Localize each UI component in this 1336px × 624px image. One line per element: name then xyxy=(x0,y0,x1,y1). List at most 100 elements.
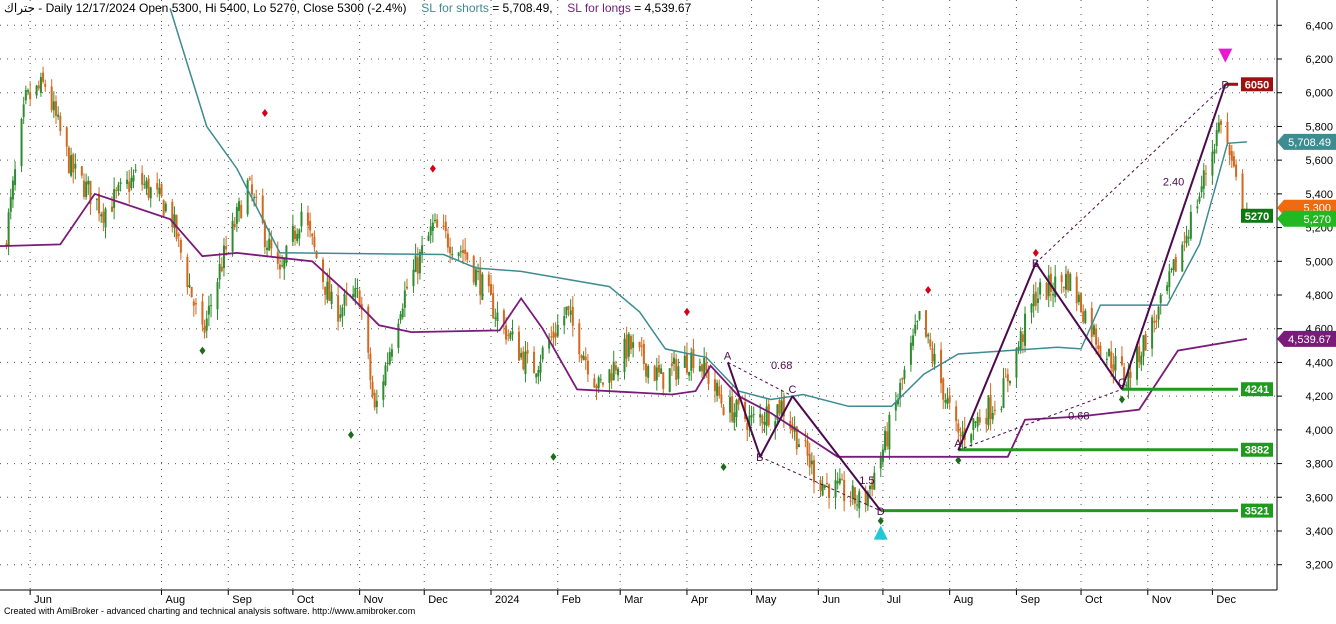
candle-body xyxy=(431,222,434,231)
candle-body xyxy=(1170,268,1173,271)
sl-for-longs-line xyxy=(0,192,1248,458)
candle-body xyxy=(1002,378,1005,408)
close-value: Close 5300 (-2.4%) xyxy=(303,1,407,15)
candle-body xyxy=(610,373,613,381)
harmonic-pattern-1-point-label: C xyxy=(788,384,796,396)
candle-body xyxy=(1140,355,1143,365)
candle-body xyxy=(449,246,452,254)
candle-body xyxy=(1095,328,1098,345)
candle-body xyxy=(763,421,766,425)
candle-body xyxy=(315,251,318,259)
candle-body xyxy=(959,434,962,436)
chart-svg[interactable]: 3,2003,4003,6003,8004,0004,2004,4004,600… xyxy=(0,0,1336,619)
candle-body xyxy=(813,460,816,483)
y-tick-label: 6,400 xyxy=(1305,20,1333,32)
candle-body xyxy=(117,184,120,192)
candle-body xyxy=(567,306,570,310)
price-chart[interactable]: 3,200 3,400 3,600 3,800 4,000 4,200 4,400 4,600… xyxy=(0,0,1336,619)
candle-body xyxy=(552,331,555,338)
candle-body xyxy=(100,214,103,217)
low-value: Lo 5270, xyxy=(253,1,300,15)
candle-body xyxy=(268,238,271,251)
candle-body xyxy=(886,431,889,447)
candle-body xyxy=(888,414,891,450)
candle-body xyxy=(1196,206,1199,209)
candle-body xyxy=(1204,173,1207,175)
candle-body xyxy=(35,85,38,96)
candle-body xyxy=(597,377,600,389)
candle-body xyxy=(507,334,510,336)
x-tick-label: Jul xyxy=(887,594,901,606)
candle-body xyxy=(115,189,118,191)
footer-credit: Created with AmiBroker - advanced charti… xyxy=(4,606,416,616)
candle-body xyxy=(841,479,844,481)
candle-body xyxy=(1039,282,1042,295)
candle-body xyxy=(838,478,841,484)
candle-body xyxy=(222,245,225,269)
candle-body xyxy=(80,166,83,176)
candle-body xyxy=(541,347,544,360)
candle-body xyxy=(1004,376,1007,378)
x-tick-label: Jun xyxy=(822,594,840,606)
candle-body xyxy=(255,196,258,198)
candle-body xyxy=(113,189,116,209)
candle-body xyxy=(662,372,665,389)
candle-body xyxy=(126,179,129,184)
candle-body xyxy=(238,201,241,211)
candle-body xyxy=(416,257,419,274)
price-badge-label: 5270 xyxy=(1245,211,1269,223)
candle-body xyxy=(446,233,449,248)
candle-body xyxy=(1075,276,1078,304)
candle-body xyxy=(102,211,105,223)
candle-body xyxy=(26,90,29,92)
y-tick-label: 5,600 xyxy=(1305,155,1333,167)
price-badge-label: 5,270 xyxy=(1303,214,1331,226)
candle-body xyxy=(899,382,902,398)
candle-body xyxy=(571,306,574,326)
candle-body xyxy=(1097,345,1100,349)
candle-body xyxy=(974,421,977,423)
candle-body xyxy=(72,154,75,173)
candle-body xyxy=(849,500,852,502)
candle-body xyxy=(901,378,904,380)
candle-body xyxy=(632,342,635,348)
x-tick-label: Jun xyxy=(34,594,52,606)
candle-body xyxy=(1000,408,1003,410)
candle-body xyxy=(1069,274,1072,291)
candle-body xyxy=(1105,358,1108,360)
candle-body xyxy=(522,351,525,370)
candle-body xyxy=(944,400,947,403)
candle-body xyxy=(134,169,137,171)
candle-body xyxy=(39,77,42,93)
candle-body xyxy=(429,226,432,236)
candle-body xyxy=(713,379,716,392)
candle-body xyxy=(586,360,589,375)
candle-body xyxy=(668,368,671,393)
candle-body xyxy=(737,398,740,405)
candle-body xyxy=(50,86,53,110)
candle-body xyxy=(1062,286,1065,288)
x-tick-label: Mar xyxy=(624,594,643,606)
candle-body xyxy=(539,362,542,373)
candle-body xyxy=(524,351,527,374)
candle-body xyxy=(309,220,312,231)
sl-longs-label: SL for longs xyxy=(567,1,631,15)
candle-body xyxy=(240,204,243,219)
candle-body xyxy=(729,397,732,413)
x-tick-label: Oct xyxy=(1085,594,1102,606)
candle-body xyxy=(311,233,314,237)
high-value: Hi 5400, xyxy=(205,1,250,15)
candle-body xyxy=(853,487,856,504)
candle-body xyxy=(556,324,559,336)
chart-header: حتراك - Daily 12/17/2024 Open 5300, Hi 5… xyxy=(4,1,691,15)
bottom-pivot-marker xyxy=(348,430,355,439)
candle-body xyxy=(474,269,477,286)
candle-body xyxy=(444,221,447,232)
candle-body xyxy=(339,314,342,319)
y-tick-label: 6,000 xyxy=(1305,88,1333,100)
candle-body xyxy=(218,264,221,280)
candle-body xyxy=(1151,317,1154,349)
candle-body xyxy=(205,318,208,331)
candle-body xyxy=(563,316,566,326)
candle-body xyxy=(582,355,585,361)
